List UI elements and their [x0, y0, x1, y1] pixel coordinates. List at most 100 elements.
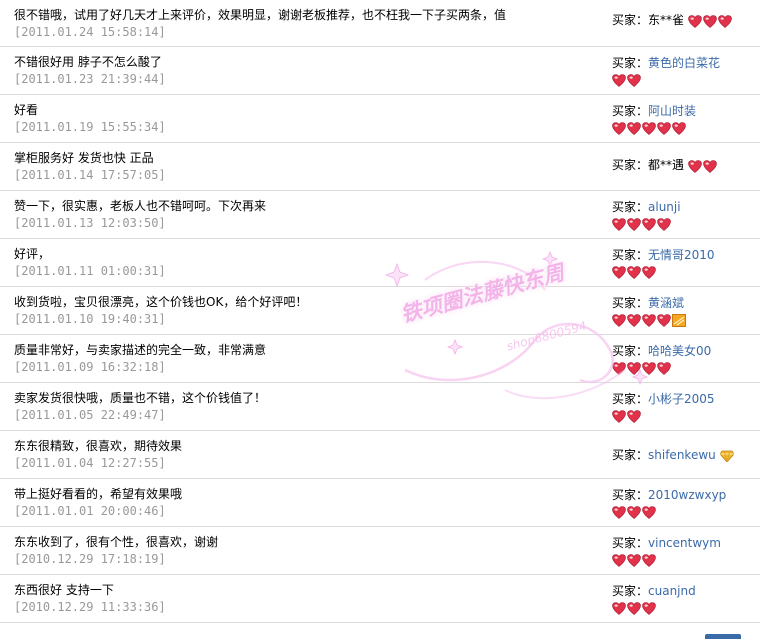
- buyer-name-link[interactable]: 小彬子2005: [648, 392, 715, 406]
- buyer-name: 东**雀: [648, 13, 685, 27]
- buyer-prefix: 买家：: [612, 248, 649, 262]
- review-comment: 收到货啦，宝贝很漂亮，这个价钱也OK，给个好评吧！: [14, 295, 308, 309]
- credit-hearts: [612, 553, 757, 567]
- buyer-name-link[interactable]: 2010wzwxyp: [648, 488, 726, 502]
- heart-icon: [718, 14, 732, 28]
- heart-icon: [642, 218, 656, 231]
- buyer-prefix: 买家：: [612, 13, 649, 27]
- buyer-info: 买家：alunji: [612, 198, 757, 231]
- credit-hearts: [612, 73, 757, 87]
- credit-hearts: [612, 217, 757, 231]
- buyer-name-link[interactable]: 哈哈美女00: [648, 344, 711, 358]
- review-comment: 好看: [14, 103, 39, 117]
- review-comment: 东东很精致，很喜欢，期待效果: [14, 439, 183, 453]
- review-date: [2010.12.29 17:18:19]: [14, 552, 166, 566]
- review-row: 掌柜服务好 发货也快 正品 [2011.01.14 17:57:05] 买家：都…: [0, 143, 760, 191]
- heart-icon: [642, 362, 656, 375]
- credit-hearts: [612, 265, 757, 279]
- heart-icon: [612, 122, 626, 135]
- heart-icon: [612, 362, 626, 375]
- heart-icon: [703, 159, 717, 173]
- buyer-info: 买家：cuanjnd: [612, 582, 757, 615]
- heart-icon: [688, 14, 702, 28]
- heart-icon: [642, 314, 656, 327]
- buyer-prefix: 买家：: [612, 200, 649, 214]
- credit-hearts: [612, 313, 757, 327]
- badge-icon: [672, 314, 686, 327]
- buyer-info: 买家：都**遇: [612, 156, 757, 173]
- review-date: [2011.01.01 20:00:46]: [14, 504, 166, 518]
- heart-icon: [612, 554, 626, 567]
- buyer-name-link[interactable]: 黄色的白菜花: [648, 56, 720, 70]
- buyer-name-link[interactable]: 阿山时装: [648, 104, 696, 118]
- buyer-prefix: 买家：: [612, 56, 649, 70]
- review-comment: 东西很好 支持一下: [14, 583, 114, 597]
- review-comment: 不错很好用 脖子不怎么酸了: [14, 55, 162, 69]
- buyer-info: 买家：2010wzwxyp: [612, 486, 757, 519]
- buyer-prefix: 买家：: [612, 158, 649, 172]
- review-row: 不错很好用 脖子不怎么酸了 [2011.01.23 21:39:44] 买家：黄…: [0, 47, 760, 95]
- heart-icon: [612, 410, 626, 423]
- buyer-prefix: 买家：: [612, 584, 649, 598]
- buyer-name-link[interactable]: 黄涵斌: [648, 296, 684, 310]
- credit-hearts: [612, 505, 757, 519]
- review-date: [2011.01.23 21:39:44]: [14, 72, 166, 86]
- review-row: 很不错哦，试用了好几天才上来评价，效果明显，谢谢老板推荐，也不枉我一下子买两条，…: [0, 0, 760, 47]
- review-comment: 卖家发货很快哦，质量也不错，这个价钱值了！: [14, 391, 267, 405]
- buyer-prefix: 买家：: [612, 536, 649, 550]
- heart-icon: [627, 410, 641, 423]
- heart-icon: [657, 362, 671, 375]
- heart-icon: [672, 122, 686, 135]
- buyer-name-link[interactable]: 无情哥2010: [648, 248, 715, 262]
- heart-icon: [642, 122, 656, 135]
- buyer-info: 买家：黄色的白菜花: [612, 54, 757, 87]
- buyer-name-link[interactable]: vincentwym: [648, 536, 721, 550]
- heart-icon: [688, 159, 702, 173]
- heart-icon: [627, 602, 641, 615]
- buyer-prefix: 买家：: [612, 344, 649, 358]
- heart-icon: [627, 218, 641, 231]
- buyer-name: 都**遇: [648, 158, 685, 172]
- buyer-name-link[interactable]: shifenkewu: [648, 448, 716, 462]
- buyer-info: 买家：无情哥2010: [612, 246, 757, 279]
- heart-icon: [627, 122, 641, 135]
- review-date: [2011.01.10 19:40:31]: [14, 312, 166, 326]
- buyer-prefix: 买家：: [612, 488, 649, 502]
- buyer-info: 买家：黄涵斌: [612, 294, 757, 327]
- buyer-info: 买家：东**雀: [612, 11, 757, 28]
- heart-icon: [612, 74, 626, 87]
- heart-icon: [612, 602, 626, 615]
- credit-hearts: [688, 159, 718, 173]
- buyer-prefix: 买家：: [612, 104, 649, 118]
- buyer-prefix: 买家：: [612, 448, 649, 462]
- review-row: 带上挺好看看的，希望有效果哦 [2011.01.01 20:00:46] 买家：…: [0, 479, 760, 527]
- review-comment: 质量非常好，与卖家描述的完全一致，非常满意: [14, 343, 267, 357]
- buyer-info: 买家：vincentwym: [612, 534, 757, 567]
- credit-hearts: [612, 121, 757, 135]
- heart-icon: [642, 602, 656, 615]
- review-date: [2011.01.19 15:55:34]: [14, 120, 166, 134]
- review-date: [2011.01.14 17:57:05]: [14, 168, 166, 182]
- review-row: 质量非常好，与卖家描述的完全一致，非常满意 [2011.01.09 16:32:…: [0, 335, 760, 383]
- heart-icon: [627, 506, 641, 519]
- credit-hearts: [612, 361, 757, 375]
- review-row: 东东收到了，很有个性，很喜欢，谢谢 [2010.12.29 17:18:19] …: [0, 527, 760, 575]
- review-comment: 好评，: [14, 247, 51, 261]
- corner-button[interactable]: [705, 634, 741, 639]
- review-comment: 东东收到了，很有个性，很喜欢，谢谢: [14, 535, 219, 549]
- buyer-name-link[interactable]: alunji: [648, 200, 681, 214]
- heart-icon: [627, 266, 641, 279]
- heart-icon: [612, 506, 626, 519]
- heart-icon: [627, 362, 641, 375]
- heart-icon: [657, 218, 671, 231]
- review-date: [2010.12.29 11:33:36]: [14, 600, 166, 614]
- review-row: 好评， [2011.01.11 01:00:31] 买家：无情哥2010: [0, 239, 760, 287]
- review-row: 东西很好 支持一下 [2010.12.29 11:33:36] 买家：cuanj…: [0, 575, 760, 623]
- buyer-name-link[interactable]: cuanjnd: [648, 584, 696, 598]
- review-date: [2011.01.13 12:03:50]: [14, 216, 166, 230]
- buyer-info: 买家：哈哈美女00: [612, 342, 757, 375]
- review-date: [2011.01.11 01:00:31]: [14, 264, 166, 278]
- heart-icon: [657, 314, 671, 327]
- review-comment: 掌柜服务好 发货也快 正品: [14, 151, 154, 165]
- heart-icon: [627, 74, 641, 87]
